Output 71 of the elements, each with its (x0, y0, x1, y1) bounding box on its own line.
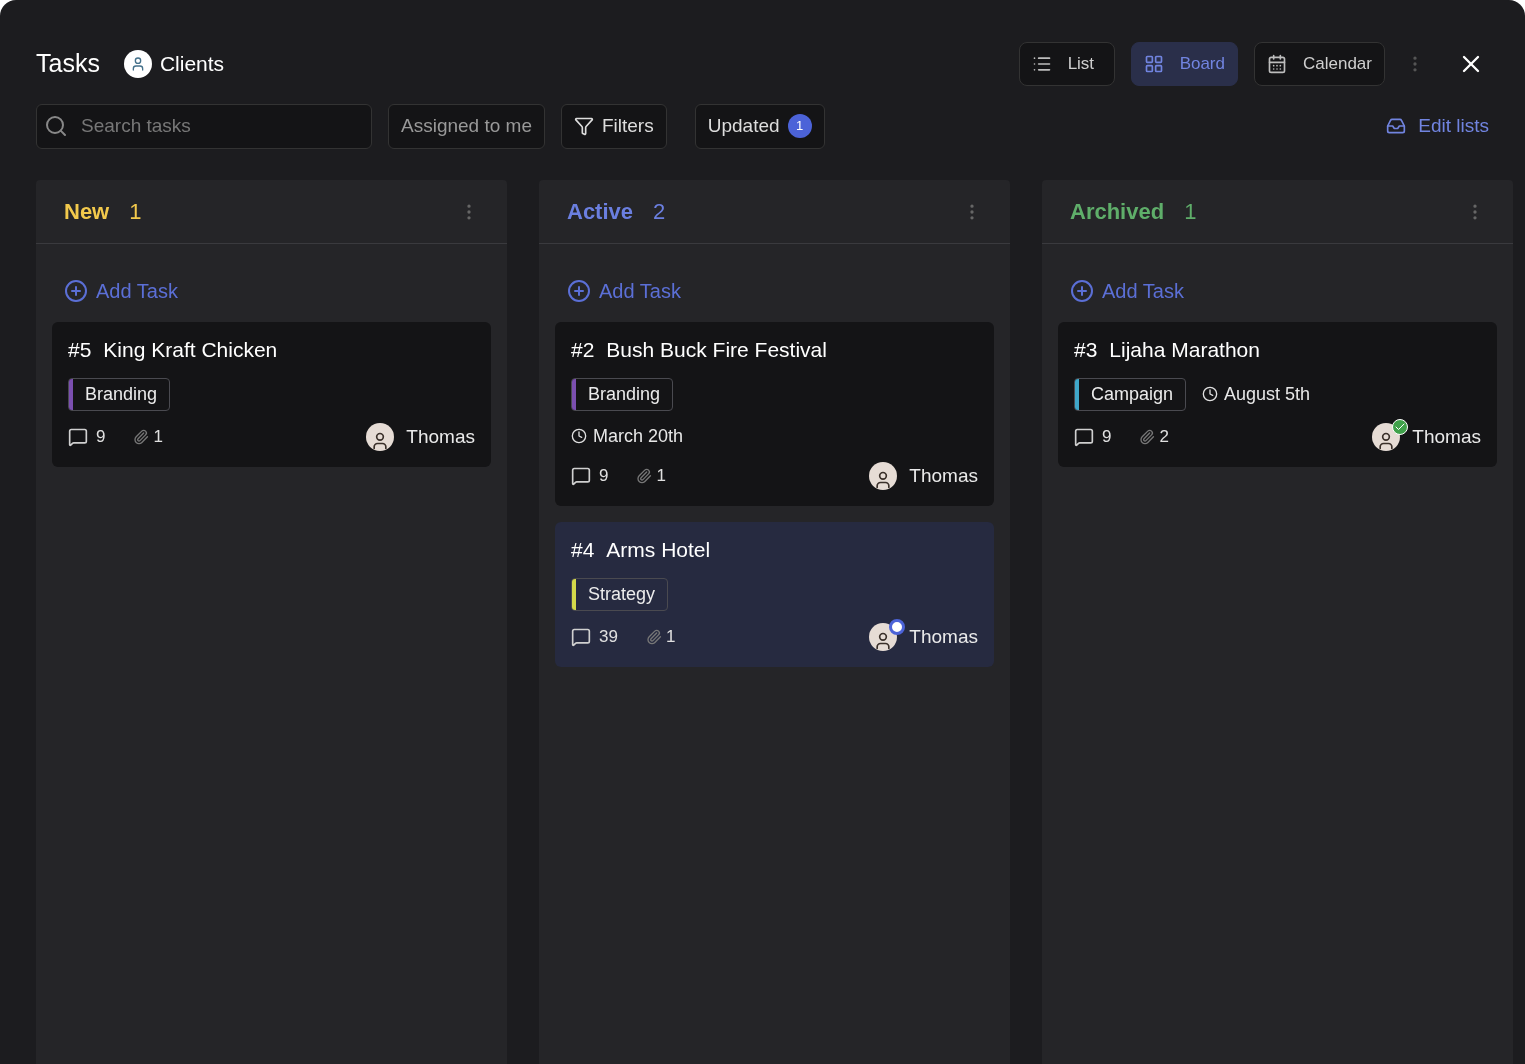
comment-icon (571, 626, 591, 647)
page-title: Tasks (36, 48, 100, 80)
column-count: 1 (129, 198, 142, 226)
column-count: 2 (653, 198, 666, 226)
assigned-filter-button[interactable]: Assigned to me (388, 103, 545, 149)
due-date: August 5th (1224, 382, 1311, 406)
list-icon (1031, 54, 1052, 74)
edit-lists-link[interactable]: Edit lists (1386, 111, 1489, 141)
paperclip-icon (645, 628, 662, 645)
assignee-name: Thomas (909, 463, 978, 488)
tray-icon (1386, 116, 1407, 136)
column-count: 1 (1184, 198, 1197, 226)
filter-icon (573, 116, 594, 136)
paperclip-icon (1139, 428, 1156, 445)
board-icon (1143, 54, 1164, 74)
attachment-count: 1 (656, 465, 666, 487)
calendar-icon (1267, 54, 1287, 74)
project-name[interactable]: Clients (159, 48, 225, 80)
view-tab[interactable]: Board (1130, 42, 1238, 86)
comment-count: 9 (96, 426, 106, 448)
task-title: Bush Buck Fire Festival (606, 337, 827, 363)
plus-icon (64, 279, 88, 303)
project-icon (123, 50, 152, 78)
attachment-count: 2 (1159, 426, 1169, 448)
clock-icon (1202, 386, 1219, 402)
paperclip-icon (133, 428, 150, 445)
task-number: #3 (1074, 337, 1098, 363)
comment-icon (571, 465, 591, 486)
view-tab[interactable]: List (1018, 42, 1115, 86)
task-number: #4 (571, 537, 595, 563)
comment-count: 9 (1102, 426, 1112, 448)
task-card[interactable]: #2 Bush Buck Fire Festival Branding March 20th 9 1 Thomas (555, 322, 994, 506)
clock-icon (571, 428, 587, 444)
comment-count: 9 (599, 465, 609, 487)
column-title: Active (567, 198, 634, 226)
task-number: #5 (68, 337, 92, 363)
assignee-name: Thomas (909, 624, 978, 649)
due-date: March 20th (593, 424, 684, 448)
updated-button[interactable]: Updated 1 (694, 103, 825, 149)
task-number: #2 (571, 337, 595, 363)
assignee-name: Thomas (406, 424, 475, 449)
assignee-name: Thomas (1412, 424, 1481, 449)
avatar (869, 622, 898, 651)
task-title: King Kraft Chicken (103, 337, 278, 363)
tag: Strategy (571, 577, 669, 611)
tag: Branding (68, 377, 171, 411)
plus-icon (1070, 279, 1094, 303)
avatar (869, 461, 898, 490)
attachment-count: 1 (665, 626, 676, 648)
avatar (1372, 422, 1401, 451)
filters-button[interactable]: Filters (560, 103, 667, 149)
tag: Campaign (1074, 377, 1187, 411)
comment-icon (1074, 426, 1094, 447)
tag: Branding (571, 377, 674, 411)
attachment-count: 1 (153, 426, 163, 448)
count-badge: 1 (787, 114, 812, 138)
task-card[interactable]: #4 Arms Hotel Strategy 39 1 Thomas (555, 522, 994, 667)
comment-count: 39 (599, 626, 618, 648)
task-card[interactable]: #3 Lijaha Marathon Campaign August 5th 9 2 Thomas (1058, 322, 1497, 467)
task-title: Lijaha Marathon (1109, 337, 1260, 363)
paperclip-icon (636, 467, 653, 484)
column-title: New (64, 198, 110, 226)
task-title: Arms Hotel (606, 537, 711, 563)
view-tab[interactable]: Calendar (1254, 42, 1385, 86)
search-icon (44, 113, 68, 138)
avatar (366, 422, 395, 451)
task-card[interactable]: #5 King Kraft Chicken Branding 9 1 Thomas (52, 322, 491, 467)
column-title: Archived (1070, 198, 1165, 226)
plus-icon (567, 279, 591, 303)
comment-icon (68, 426, 88, 447)
search-field[interactable]: Search tasks (36, 103, 372, 149)
